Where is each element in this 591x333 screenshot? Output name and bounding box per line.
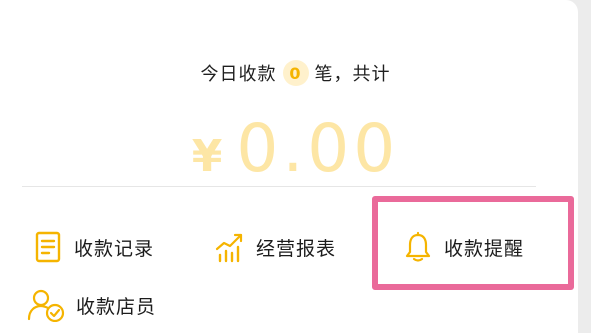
business-report-button[interactable]: 经营报表 <box>214 229 336 265</box>
summary-prefix: 今日收款 <box>200 64 277 85</box>
payment-records-button[interactable]: 收款记录 <box>32 229 154 265</box>
divider <box>22 186 536 187</box>
payment-records-label: 收款记录 <box>74 237 155 260</box>
chart-icon <box>214 231 246 263</box>
staff-icon <box>26 289 66 322</box>
today-summary: 今日收款 0 笔，共计 <box>0 58 591 88</box>
payment-staff-button[interactable]: 收款店员 <box>26 287 156 323</box>
payment-count-badge: 0 <box>282 60 309 86</box>
summary-suffix: 笔，共计 <box>314 64 391 85</box>
highlight-box <box>372 196 574 290</box>
business-report-label: 经营报表 <box>256 237 337 260</box>
amount-value: 0.00 <box>236 110 400 187</box>
payment-staff-label: 收款店员 <box>76 295 157 318</box>
document-icon <box>32 231 64 263</box>
total-amount: ¥ 0.00 <box>0 110 591 190</box>
currency-symbol: ¥ <box>191 131 223 182</box>
